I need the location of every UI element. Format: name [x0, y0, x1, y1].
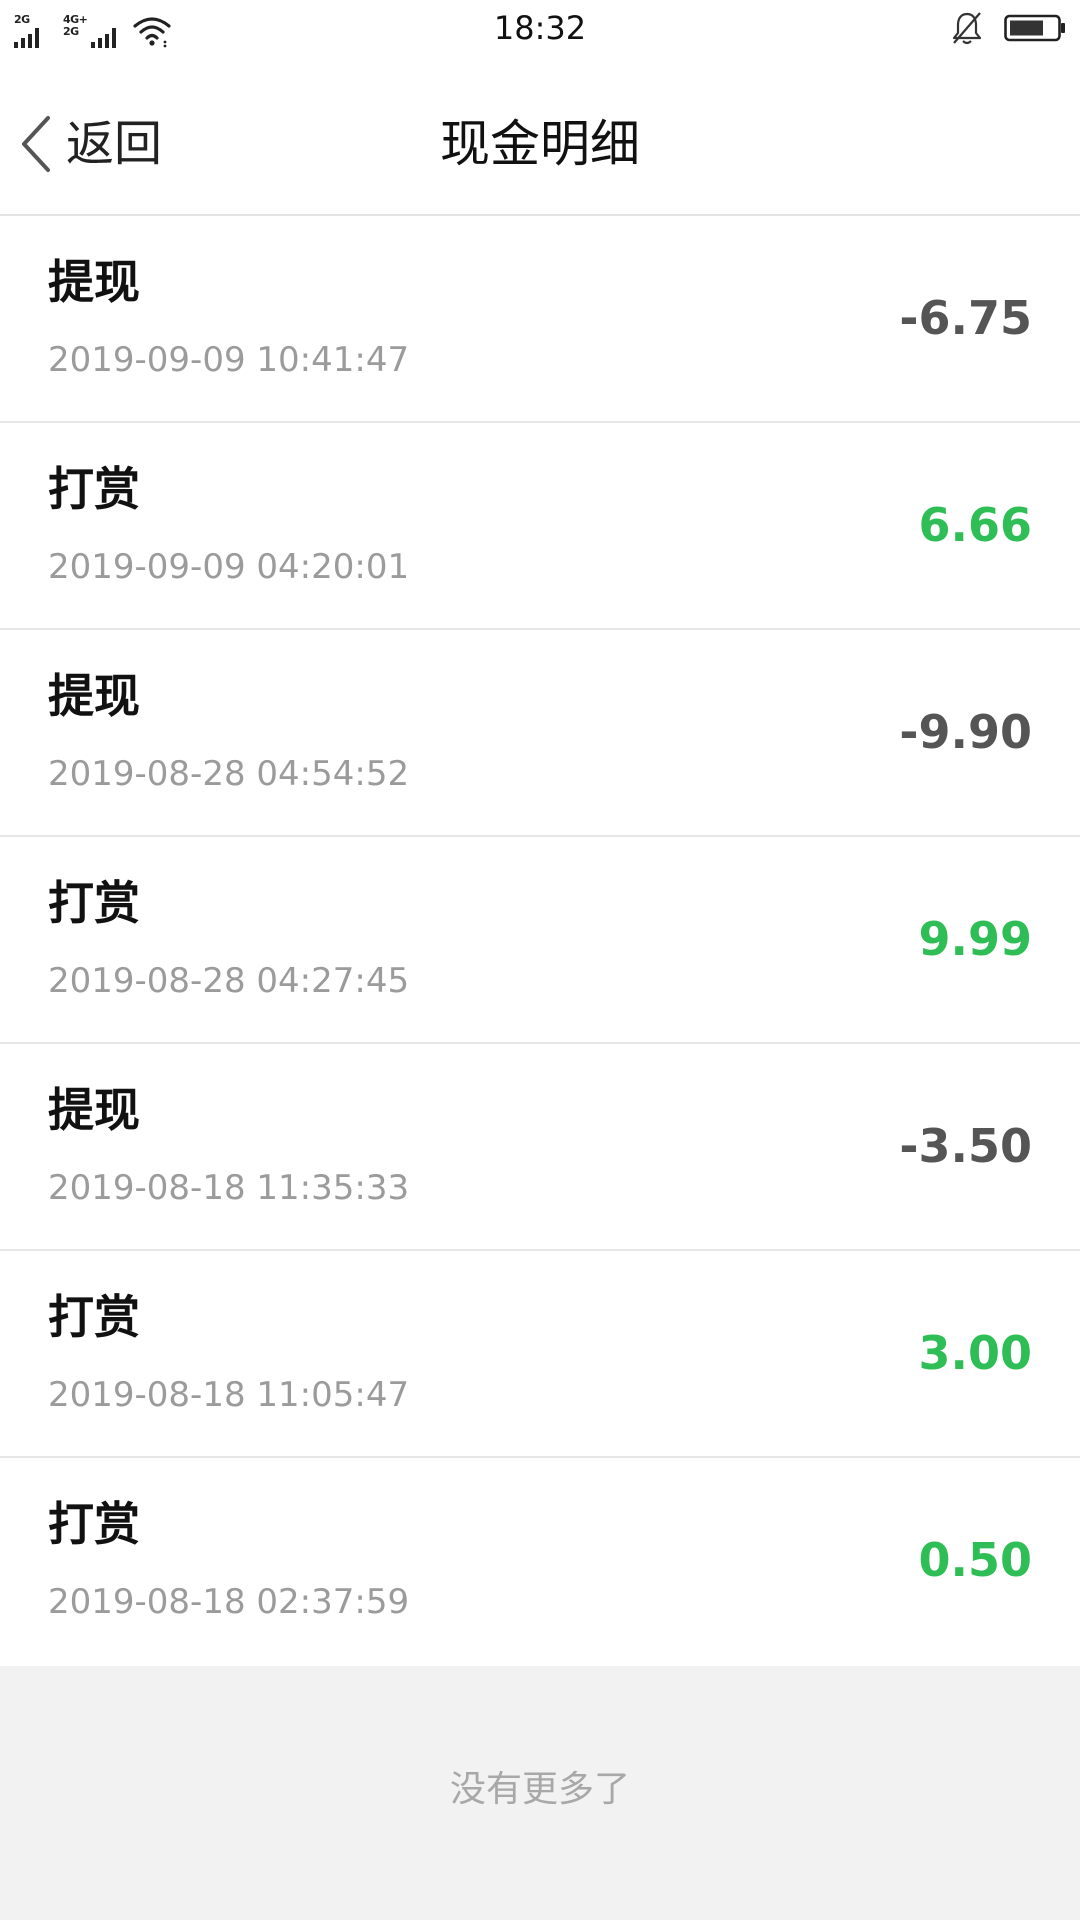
back-label: 返回 [66, 116, 163, 172]
transaction-amount: -9.90 [899, 705, 1032, 759]
transaction-time: 2019-08-18 11:05:47 [48, 1375, 410, 1415]
no-more-text: 没有更多了 [449, 1769, 630, 1810]
transaction-time: 2019-09-09 04:20:01 [48, 547, 410, 587]
transaction-amount: 9.99 [918, 912, 1033, 966]
transaction-row[interactable]: 提现 2019-08-18 11:35:33 -3.50 [0, 1044, 1080, 1251]
transaction-type: 打赏 [48, 462, 140, 516]
transaction-time: 2019-08-18 02:37:59 [48, 1582, 410, 1622]
transaction-time: 2019-09-09 10:41:47 [48, 340, 410, 380]
nav-header: 返回 现金明细 [0, 56, 1080, 216]
transaction-amount: -6.75 [899, 291, 1032, 345]
transaction-amount: 6.66 [918, 498, 1033, 552]
transaction-row[interactable]: 打赏 2019-08-18 02:37:59 0.50 [0, 1458, 1080, 1666]
screen: 2G 4G+ 2G 18:32 返回 现金明细 提现 2019-09-09 10… [0, 0, 1080, 1920]
transaction-row[interactable]: 打赏 2019-09-09 04:20:01 6.66 [0, 423, 1080, 630]
transaction-time: 2019-08-28 04:27:45 [48, 961, 410, 1001]
transaction-row[interactable]: 打赏 2019-08-28 04:27:45 9.99 [0, 837, 1080, 1044]
transaction-type: 提现 [48, 255, 140, 309]
transaction-type: 打赏 [48, 1497, 140, 1551]
transaction-amount: 3.00 [918, 1326, 1033, 1380]
back-button[interactable]: 返回 [18, 112, 162, 176]
battery-icon [1004, 14, 1065, 42]
status-bar: 2G 4G+ 2G 18:32 [0, 0, 1080, 56]
status-time: 18:32 [493, 9, 587, 47]
transaction-type: 提现 [48, 669, 140, 723]
transaction-amount: -3.50 [899, 1119, 1032, 1173]
transaction-time: 2019-08-18 11:35:33 [48, 1168, 410, 1208]
transaction-type: 打赏 [48, 876, 140, 930]
transaction-list: 提现 2019-09-09 10:41:47 -6.75 打赏 2019-09-… [0, 216, 1080, 1666]
transaction-time: 2019-08-28 04:54:52 [48, 754, 410, 794]
chevron-left-icon [22, 116, 50, 172]
transaction-type: 打赏 [48, 1290, 140, 1344]
transaction-row[interactable]: 提现 2019-08-28 04:54:52 -9.90 [0, 630, 1080, 837]
transaction-type: 提现 [48, 1083, 140, 1137]
transaction-row[interactable]: 提现 2019-09-09 10:41:47 -6.75 [0, 216, 1080, 423]
bell-off-icon [952, 12, 982, 45]
transaction-row[interactable]: 打赏 2019-08-18 11:05:47 3.00 [0, 1251, 1080, 1458]
transaction-amount: 0.50 [918, 1533, 1033, 1587]
